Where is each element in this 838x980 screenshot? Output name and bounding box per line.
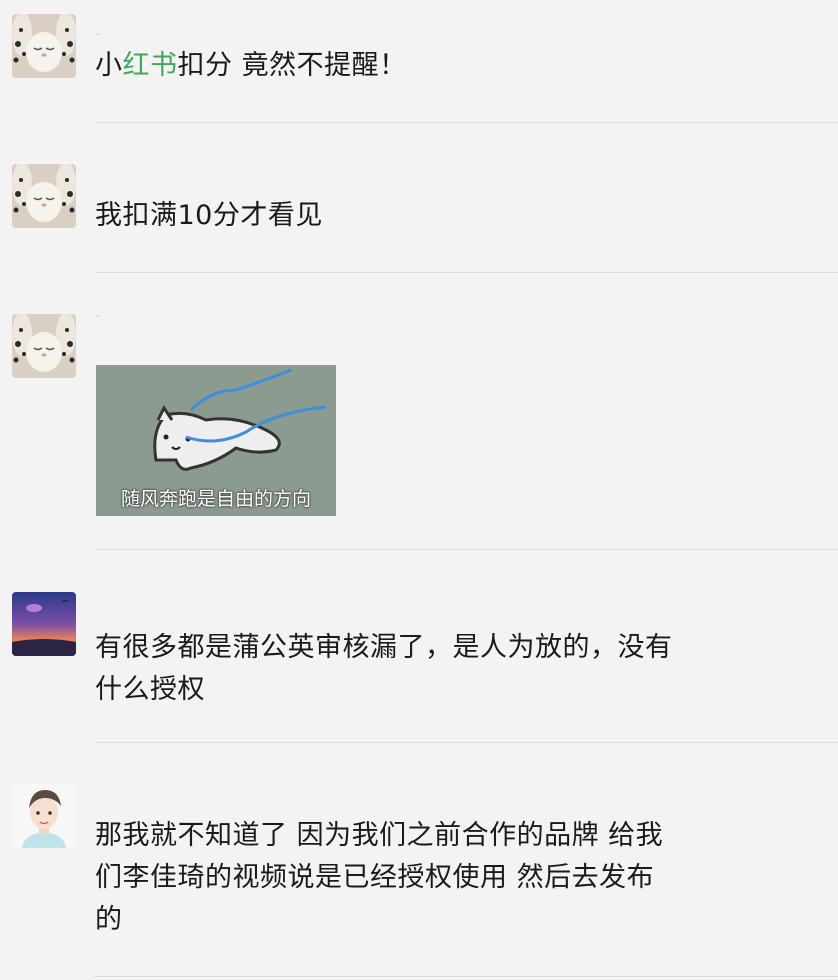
sticker-caption: 随风奔跑是自由的方向 xyxy=(120,488,311,510)
message-text: 小红书扣分 竟然不提醒！ xyxy=(95,48,407,84)
message-text: 的 xyxy=(95,904,123,935)
cat-avatar-icon[interactable] xyxy=(12,164,76,228)
message-divider xyxy=(95,742,838,743)
cat-avatar-icon[interactable] xyxy=(12,314,76,378)
message-text-part: 扣分 竟然不提醒！ xyxy=(177,50,407,81)
chat-message-list: · 小红书扣分 竟然不提醒！ 我扣满10分才看见 · 随风奔跑是自由的方向 有很… xyxy=(0,0,838,980)
message-divider xyxy=(95,549,838,550)
message-divider xyxy=(95,976,838,977)
message-text-part: 小 xyxy=(95,50,123,81)
cartoon-boy-avatar-icon[interactable] xyxy=(12,784,76,848)
message-text: 什么授权 xyxy=(95,674,205,705)
sender-name: · xyxy=(96,30,100,41)
message-text: 有很多都是蒲公英审核漏了，是人为放的，没有 xyxy=(95,632,673,663)
sender-name: · xyxy=(96,312,100,323)
cat-avatar-icon[interactable] xyxy=(12,14,76,78)
message-text: 那我就不知道了 因为我们之前合作的品牌 给我 xyxy=(95,820,664,851)
message-divider xyxy=(95,122,838,123)
message-text: 们李佳琦的视频说是已经授权使用 然后去发布 xyxy=(95,862,655,893)
sticker-image[interactable]: 随风奔跑是自由的方向 xyxy=(96,365,336,516)
keyword-link[interactable]: 红书 xyxy=(123,50,178,81)
sunset-avatar-icon[interactable] xyxy=(12,592,76,656)
message-divider xyxy=(95,272,838,273)
message-text: 我扣满10分才看见 xyxy=(95,200,323,231)
